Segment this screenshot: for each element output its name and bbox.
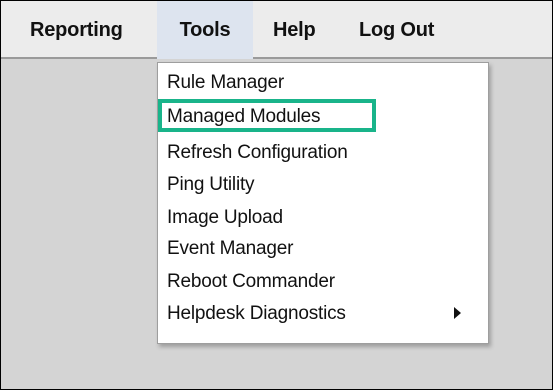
tools-dropdown-menu: Rule Manager Managed Modules Refresh Con… — [157, 62, 489, 344]
menu-tools[interactable]: Tools — [157, 1, 253, 59]
menu-item-helpdesk-diagnostics[interactable]: Helpdesk Diagnostics — [167, 300, 346, 328]
menu-item-managed-modules[interactable]: Managed Modules — [167, 103, 321, 131]
menu-item-image-upload[interactable]: Image Upload — [167, 204, 283, 232]
menu-item-refresh-configuration[interactable]: Refresh Configuration — [167, 139, 348, 167]
menu-item-rule-manager[interactable]: Rule Manager — [167, 69, 284, 97]
menu-item-reboot-commander[interactable]: Reboot Commander — [167, 268, 335, 296]
menu-log-out[interactable]: Log Out — [359, 1, 434, 59]
menu-help[interactable]: Help — [273, 1, 316, 59]
menu-reporting[interactable]: Reporting — [30, 1, 123, 59]
menu-item-ping-utility[interactable]: Ping Utility — [167, 171, 255, 199]
menu-bar: Reporting Tools Help Log Out — [1, 1, 552, 59]
chevron-right-icon — [454, 307, 461, 319]
menu-item-event-manager[interactable]: Event Manager — [167, 235, 293, 263]
